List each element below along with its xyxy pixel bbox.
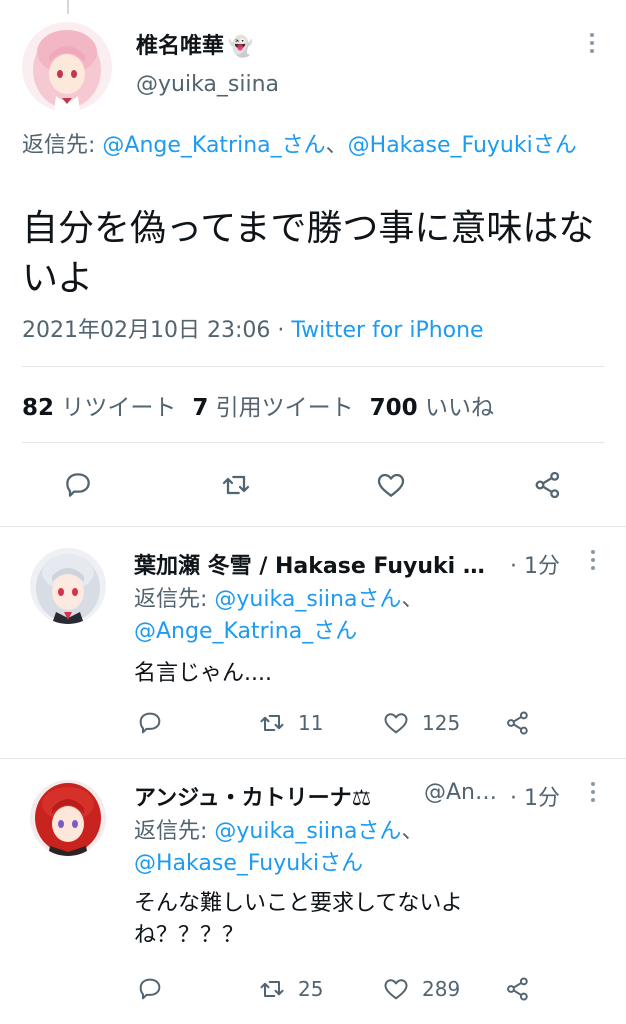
- retweet-count: 11: [298, 711, 324, 735]
- more-icon[interactable]: [589, 33, 595, 57]
- reply-icon: [139, 978, 161, 1000]
- divider: [22, 366, 604, 367]
- tweet-meta: 2021年02月10日 23:06 · Twitter for iPhone: [22, 318, 484, 343]
- reply-text: 名言じゃん....: [134, 661, 272, 686]
- reply-author-name[interactable]: 葉加瀬 冬雪 / Hakase Fuyuki …: [134, 548, 485, 580]
- share-button[interactable]: [504, 972, 532, 1006]
- tweet-date[interactable]: 2021年02月10日 23:06: [22, 318, 270, 343]
- retweet-icon: [222, 475, 250, 495]
- reply-to-line: 返信先: @yuika_siinaさん、 @Ange_Katrina_さん: [134, 587, 424, 644]
- share-button[interactable]: [504, 706, 532, 740]
- reply-button[interactable]: [136, 972, 164, 1006]
- reply-to-link-yuika[interactable]: @yuika_siinaさん: [214, 587, 401, 612]
- like-count: 125: [422, 711, 461, 735]
- likes-stat[interactable]: 700 いいね: [370, 395, 494, 421]
- avatar-yuika[interactable]: [22, 22, 112, 112]
- retweet-button[interactable]: 25: [258, 972, 323, 1006]
- divider: [0, 758, 626, 759]
- like-icon: [384, 713, 408, 734]
- reply-to-link-yuika[interactable]: @yuika_siinaさん: [214, 819, 401, 844]
- reply-time[interactable]: · 1分: [510, 548, 560, 580]
- more-icon[interactable]: [590, 782, 596, 806]
- tweet-source[interactable]: Twitter for iPhone: [291, 318, 483, 343]
- reply-to-link-ange[interactable]: @Ange_Katrina_さん: [134, 619, 357, 644]
- retweet-button[interactable]: 11: [258, 706, 323, 740]
- reply-icon: [139, 712, 161, 734]
- reply-to-link-ange[interactable]: @Ange_Katrina_さん: [102, 133, 325, 158]
- like-count: 289: [422, 977, 461, 1001]
- share-icon: [535, 471, 560, 499]
- reply-button[interactable]: [136, 706, 164, 740]
- reply-to-line: 返信先: @yuika_siinaさん、 @Hakase_Fuyukiさん: [134, 819, 424, 876]
- share-button[interactable]: [528, 465, 568, 505]
- reply-to-line: 返信先: @Ange_Katrina_さん、@Hakase_Fuyukiさん: [22, 133, 577, 158]
- share-icon: [507, 977, 528, 1001]
- divider: [0, 526, 626, 527]
- reply-button[interactable]: [58, 465, 98, 505]
- author-name[interactable]: 椎名唯華 👻: [136, 28, 253, 60]
- divider: [22, 442, 604, 443]
- like-button[interactable]: 125: [382, 706, 460, 740]
- retweet-icon: [260, 715, 284, 731]
- reply-to-link-hakase[interactable]: @Hakase_Fuyukiさん: [134, 851, 363, 876]
- more-icon[interactable]: [590, 550, 596, 574]
- thread-line: [67, 0, 69, 14]
- reply-icon: [66, 473, 90, 497]
- author-handle[interactable]: @yuika_siina: [136, 72, 279, 97]
- like-icon: [377, 473, 405, 497]
- like-icon: [384, 979, 408, 1000]
- ghost-emoji: 👻: [228, 34, 253, 58]
- quotes-stat[interactable]: 7 引用ツイート: [192, 395, 353, 421]
- retweet-icon: [260, 981, 284, 997]
- tweet-stats: 82 リツイート 7 引用ツイート 700 いいね: [22, 388, 494, 422]
- reply-author-handle[interactable]: @An…: [424, 780, 497, 805]
- like-button[interactable]: [371, 465, 411, 505]
- retweet-button[interactable]: [216, 465, 256, 505]
- reply-author-name[interactable]: アンジュ・カトリーナ⚖: [134, 780, 371, 812]
- avatar-hakase[interactable]: [30, 548, 106, 624]
- reply-time[interactable]: · 1分: [510, 780, 560, 812]
- avatar-ange[interactable]: [30, 780, 106, 856]
- retweet-count: 25: [298, 977, 324, 1001]
- retweets-stat[interactable]: 82 リツイート: [22, 395, 176, 421]
- like-button[interactable]: 289: [382, 972, 460, 1006]
- share-icon: [507, 711, 528, 735]
- tweet-text: 自分を偽ってまで勝つ事に意味はないよ: [22, 208, 595, 299]
- reply-to-link-hakase[interactable]: @Hakase_Fuyukiさん: [348, 133, 577, 158]
- reply-text: そんな難しいこと要求してないよね？？？？: [134, 891, 463, 948]
